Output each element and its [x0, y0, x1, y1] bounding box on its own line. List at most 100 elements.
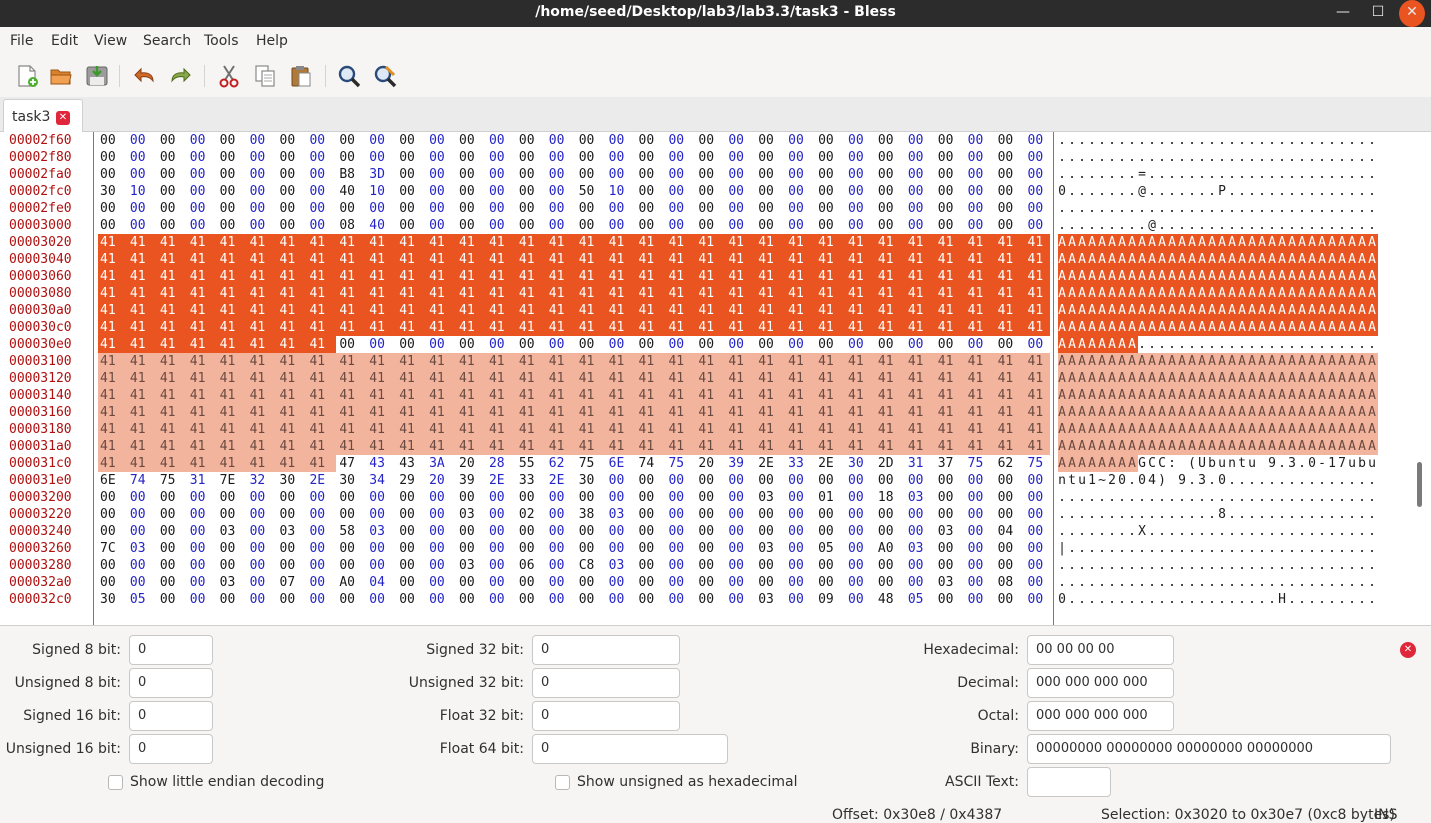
- hex-byte[interactable]: 00: [788, 574, 808, 591]
- hex-byte[interactable]: 00: [579, 523, 599, 540]
- hex-byte[interactable]: 41: [668, 387, 688, 404]
- hex-byte[interactable]: 03: [609, 506, 629, 523]
- hex-byte[interactable]: 05: [130, 591, 150, 608]
- hex-byte[interactable]: 41: [609, 353, 629, 370]
- hex-byte[interactable]: 00: [818, 217, 838, 234]
- paste-icon[interactable]: [288, 63, 314, 89]
- hex-byte[interactable]: 00: [968, 523, 988, 540]
- hex-byte[interactable]: 50: [579, 183, 599, 200]
- hex-byte[interactable]: 00: [728, 183, 748, 200]
- hex-byte[interactable]: 41: [788, 404, 808, 421]
- hex-byte[interactable]: 2E: [489, 472, 509, 489]
- hex-byte[interactable]: 00: [489, 574, 509, 591]
- hex-row[interactable]: 41 41 41 41 41 41 41 41 41 41 41 41 41 41 41 41 41 41 41 41…: [98, 234, 1052, 251]
- hex-byte[interactable]: 41: [579, 438, 599, 455]
- hex-byte[interactable]: 00: [818, 472, 838, 489]
- hex-byte[interactable]: 00: [639, 540, 659, 557]
- hex-byte[interactable]: 00: [459, 574, 479, 591]
- hex-row[interactable]: 00 00 00 00 00 00 00 00 B8 3D 00 00 00 00 00 00 00 00 00 00…: [98, 166, 1052, 183]
- hex-byte[interactable]: 41: [220, 438, 240, 455]
- hex-byte[interactable]: 41: [429, 268, 449, 285]
- hex-byte[interactable]: 41: [280, 438, 300, 455]
- hex-byte[interactable]: 00: [639, 149, 659, 166]
- ascii-row[interactable]: ................................: [1058, 489, 1388, 506]
- little-endian-checkbox[interactable]: [108, 775, 123, 790]
- hex-byte[interactable]: 41: [280, 370, 300, 387]
- redo-icon[interactable]: [167, 63, 193, 89]
- hex-byte[interactable]: 00: [668, 336, 688, 353]
- hex-byte[interactable]: 41: [579, 234, 599, 251]
- ascii-row[interactable]: ........ =.......................: [1058, 166, 1388, 183]
- hex-byte[interactable]: 41: [579, 268, 599, 285]
- hex-byte[interactable]: 00: [609, 166, 629, 183]
- hex-byte[interactable]: 00: [130, 574, 150, 591]
- hex-byte[interactable]: 00: [728, 574, 748, 591]
- hex-row[interactable]: 41 41 41 41 41 41 41 41 41 41 41 41 41 41 41 41 41 41 41 41…: [98, 319, 1052, 336]
- hex-byte[interactable]: 41: [489, 251, 509, 268]
- hex-byte[interactable]: 41: [818, 234, 838, 251]
- hex-byte[interactable]: 41: [250, 455, 270, 472]
- hex-byte[interactable]: 41: [280, 268, 300, 285]
- hex-byte[interactable]: 41: [848, 387, 868, 404]
- ascii-row[interactable]: AAAAAAAAAAAAAAAAAAAAAAAAAAAAAAAA: [1058, 319, 1388, 336]
- hex-byte[interactable]: 00: [280, 557, 300, 574]
- hex-byte[interactable]: 00: [549, 336, 569, 353]
- hex-byte[interactable]: 00: [220, 557, 240, 574]
- hex-byte[interactable]: 00: [1028, 557, 1048, 574]
- hex-byte[interactable]: 00: [938, 149, 958, 166]
- hex-byte[interactable]: 41: [160, 285, 180, 302]
- hex-byte[interactable]: 41: [818, 387, 838, 404]
- hex-byte[interactable]: 00: [220, 183, 240, 200]
- find-replace-icon[interactable]: [372, 63, 398, 89]
- hex-byte[interactable]: 41: [758, 302, 778, 319]
- hex-byte[interactable]: 41: [160, 455, 180, 472]
- hex-byte[interactable]: 00: [220, 200, 240, 217]
- hex-byte[interactable]: 41: [339, 353, 359, 370]
- hex-byte[interactable]: 41: [130, 455, 150, 472]
- hex-byte[interactable]: 41: [459, 387, 479, 404]
- hex-byte[interactable]: 41: [639, 234, 659, 251]
- hex-byte[interactable]: 00: [698, 200, 718, 217]
- hex-byte[interactable]: 00: [190, 489, 210, 506]
- ascii-row[interactable]: AAAAAAAAAAAAAAAAAAAAAAAAAAAAAAAA: [1058, 302, 1388, 319]
- hex-byte[interactable]: 00: [788, 506, 808, 523]
- hex-byte[interactable]: 00: [429, 336, 449, 353]
- hex-byte[interactable]: 41: [878, 285, 898, 302]
- hex-byte[interactable]: 41: [1028, 438, 1048, 455]
- ascii-row[interactable]: AAAAAAAAAAAAAAAAAAAAAAAAAAAAAAAA: [1058, 370, 1388, 387]
- hex-byte[interactable]: 00: [758, 132, 778, 149]
- hex-row[interactable]: 41 41 41 41 41 41 41 41 41 41 41 41 41 41 41 41 41 41 41 41…: [98, 285, 1052, 302]
- hex-byte[interactable]: 41: [160, 370, 180, 387]
- hex-byte[interactable]: 00: [549, 506, 569, 523]
- hex-byte[interactable]: 41: [998, 268, 1018, 285]
- hex-byte[interactable]: 00: [459, 336, 479, 353]
- hex-byte[interactable]: 41: [728, 234, 748, 251]
- hex-byte[interactable]: 00: [309, 166, 329, 183]
- hex-byte[interactable]: 41: [609, 302, 629, 319]
- hex-byte[interactable]: 75: [668, 455, 688, 472]
- signed-32-field[interactable]: 0: [532, 635, 680, 665]
- hex-byte[interactable]: 41: [280, 455, 300, 472]
- hex-byte[interactable]: 00: [968, 217, 988, 234]
- hex-byte[interactable]: 41: [309, 370, 329, 387]
- hex-byte[interactable]: 41: [519, 438, 539, 455]
- hex-byte[interactable]: 00: [818, 336, 838, 353]
- hex-byte[interactable]: 00: [549, 132, 569, 149]
- hex-byte[interactable]: 00: [429, 183, 449, 200]
- hex-byte[interactable]: 00: [489, 217, 509, 234]
- hex-byte[interactable]: 00: [309, 149, 329, 166]
- find-icon[interactable]: [336, 63, 362, 89]
- menu-view[interactable]: View: [94, 33, 127, 49]
- hex-byte[interactable]: 00: [489, 149, 509, 166]
- hex-byte[interactable]: 00: [130, 557, 150, 574]
- hex-byte[interactable]: 41: [908, 438, 928, 455]
- hex-byte[interactable]: 41: [339, 268, 359, 285]
- hex-byte[interactable]: 75: [968, 455, 988, 472]
- hex-byte[interactable]: 41: [309, 302, 329, 319]
- hex-byte[interactable]: 00: [698, 166, 718, 183]
- close-window-button[interactable]: ✕: [1399, 0, 1425, 27]
- hex-byte[interactable]: 41: [848, 285, 868, 302]
- hex-byte[interactable]: 00: [878, 200, 898, 217]
- hex-byte[interactable]: 41: [399, 387, 419, 404]
- hex-byte[interactable]: 00: [609, 523, 629, 540]
